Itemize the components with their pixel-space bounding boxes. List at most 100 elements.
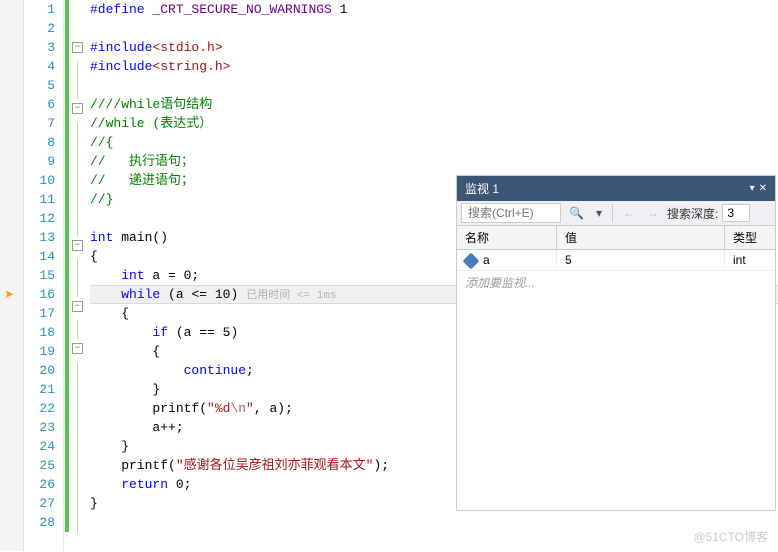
line-number: 6 [24,95,55,114]
toolbar-separator [612,204,613,222]
modified-indicator [65,133,69,152]
modified-indicator [65,418,69,437]
code-line[interactable]: #define _CRT_SECURE_NO_WARNINGS 1 [90,0,778,19]
fold-toggle-icon[interactable]: − [72,343,83,354]
code-line[interactable]: // 执行语句； [90,152,778,171]
watch-columns-header: 名称 值 类型 [457,226,775,250]
code-line[interactable]: //while (表达式） [90,114,778,133]
line-number: 1 [24,0,55,19]
code-line[interactable]: ////while语句结构 [90,95,778,114]
search-icon[interactable]: 🔍 [565,204,588,222]
line-number: 10 [24,171,55,190]
modified-indicator [65,361,69,380]
line-number: 2 [24,19,55,38]
line-number: 7 [24,114,55,133]
modified-indicator [65,399,69,418]
modified-indicator [65,19,69,38]
line-number: 12 [24,209,55,228]
search-depth-input[interactable] [722,204,750,222]
modified-indicator [65,190,69,209]
modified-indicator [65,456,69,475]
line-number: 15 [24,266,55,285]
line-number: 24 [24,437,55,456]
fold-margin: − − − − − [70,0,86,551]
line-number: 16 [24,285,55,304]
modified-indicator [65,304,69,323]
line-number: 14 [24,247,55,266]
code-line[interactable] [90,76,778,95]
line-number: 19 [24,342,55,361]
modified-indicator [65,114,69,133]
fold-toggle-icon[interactable]: − [72,301,83,312]
code-line[interactable]: //{ [90,133,778,152]
search-depth-label: 搜索深度: [667,205,718,222]
modified-indicator [65,437,69,456]
code-line[interactable] [90,513,778,532]
line-number: 13 [24,228,55,247]
modified-indicator [65,380,69,399]
modified-indicator [65,171,69,190]
search-dropdown-icon[interactable]: ▾ [592,204,606,222]
nav-back-icon[interactable]: ← [619,204,639,222]
modified-indicator [65,228,69,247]
modified-indicator [65,342,69,361]
line-number: 23 [24,418,55,437]
modified-indicator [65,494,69,513]
modified-indicator [65,38,69,57]
modified-indicator [65,247,69,266]
modified-indicator [65,475,69,494]
line-number: 22 [24,399,55,418]
line-number: 11 [24,190,55,209]
modified-indicator [65,57,69,76]
fold-toggle-icon[interactable]: − [72,240,83,251]
watch-body: a 5 int 添加要监视... [457,250,775,510]
line-number: 17 [24,304,55,323]
line-number: 9 [24,152,55,171]
code-line[interactable]: #include<stdio.h> [90,38,778,57]
line-number: 27 [24,494,55,513]
watch-row[interactable]: a 5 int [457,250,775,271]
line-number: 3 [24,38,55,57]
modified-indicator [65,95,69,114]
watch-var-type: int [725,250,775,270]
watch-panel-titlebar[interactable]: 监视 1 ▾ ✕ [457,176,775,201]
watch-search-input[interactable] [461,203,561,223]
line-number: 8 [24,133,55,152]
line-number: 26 [24,475,55,494]
current-line-arrow-icon: ➤ [4,287,14,302]
modified-indicator [65,285,69,304]
panel-close-icon[interactable]: ✕ [759,183,767,194]
column-header-name[interactable]: 名称 [457,226,557,249]
nav-forward-icon[interactable]: → [643,204,663,222]
column-header-type[interactable]: 类型 [725,226,775,249]
line-number: 20 [24,361,55,380]
line-number: 25 [24,456,55,475]
line-number: 4 [24,57,55,76]
watch-panel: 监视 1 ▾ ✕ 🔍 ▾ ← → 搜索深度: 名称 值 类型 a 5 int 添… [456,175,776,511]
code-line[interactable]: #include<string.h> [90,57,778,76]
modified-indicator [65,323,69,342]
watch-var-name[interactable]: a [457,250,557,270]
modified-indicator [65,266,69,285]
modified-indicator [65,209,69,228]
code-line[interactable] [90,19,778,38]
modified-indicator [65,513,69,532]
watch-panel-title: 监视 1 [465,180,499,197]
variable-icon [463,252,480,269]
panel-dropdown-icon[interactable]: ▾ [750,183,755,194]
fold-toggle-icon[interactable]: − [72,103,83,114]
modified-indicator [65,152,69,171]
watch-var-value[interactable]: 5 [557,250,725,270]
watermark: @51CTO博客 [693,528,768,545]
watch-toolbar: 🔍 ▾ ← → 搜索深度: [457,201,775,226]
line-number: 5 [24,76,55,95]
breakpoint-margin[interactable]: ➤ [0,0,24,551]
line-number: 28 [24,513,55,532]
modified-indicator [65,76,69,95]
fold-toggle-icon[interactable]: − [72,42,83,53]
modified-indicator [65,0,69,19]
line-number-gutter: 1234567891011121314151617181920212223242… [24,0,64,551]
watch-add-placeholder[interactable]: 添加要监视... [457,271,775,294]
line-number: 18 [24,323,55,342]
column-header-value[interactable]: 值 [557,226,725,249]
